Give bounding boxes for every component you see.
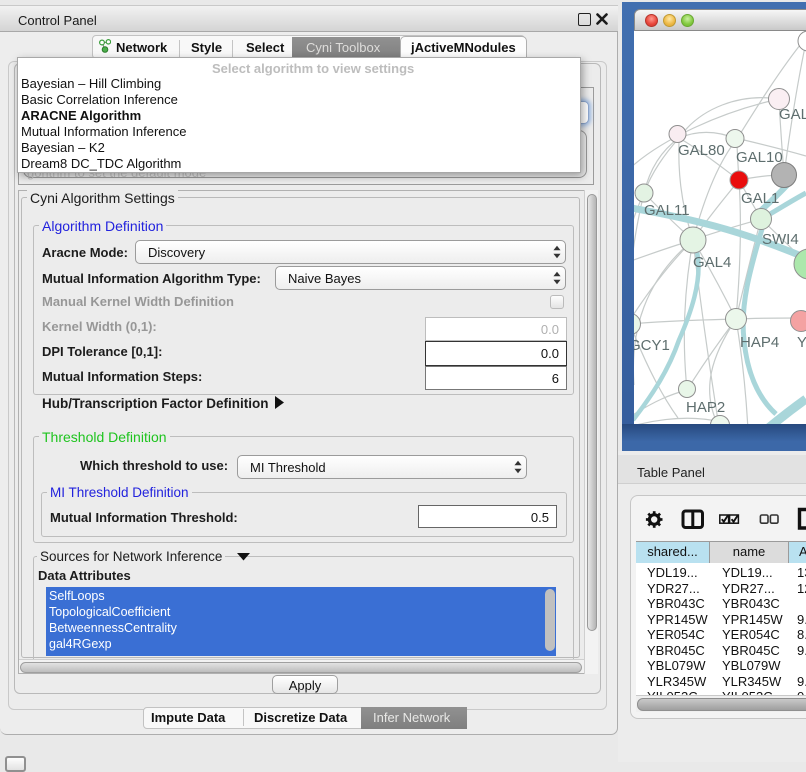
svg-text:GCY1: GCY1 <box>634 337 670 354</box>
svg-text:GAL1: GAL1 <box>741 190 779 207</box>
svg-text:HAP2: HAP2 <box>686 399 725 416</box>
svg-text:GAL11: GAL11 <box>644 202 690 219</box>
svg-text:GAL4: GAL4 <box>693 254 731 271</box>
svg-text:Y: Y <box>797 334 806 351</box>
svg-text:GAL80: GAL80 <box>678 142 725 159</box>
svg-text:HAP4: HAP4 <box>740 334 779 351</box>
svg-text:SWI4: SWI4 <box>762 231 799 248</box>
svg-text:GAL10: GAL10 <box>736 149 783 166</box>
svg-text:GAL2: GAL2 <box>779 106 806 123</box>
